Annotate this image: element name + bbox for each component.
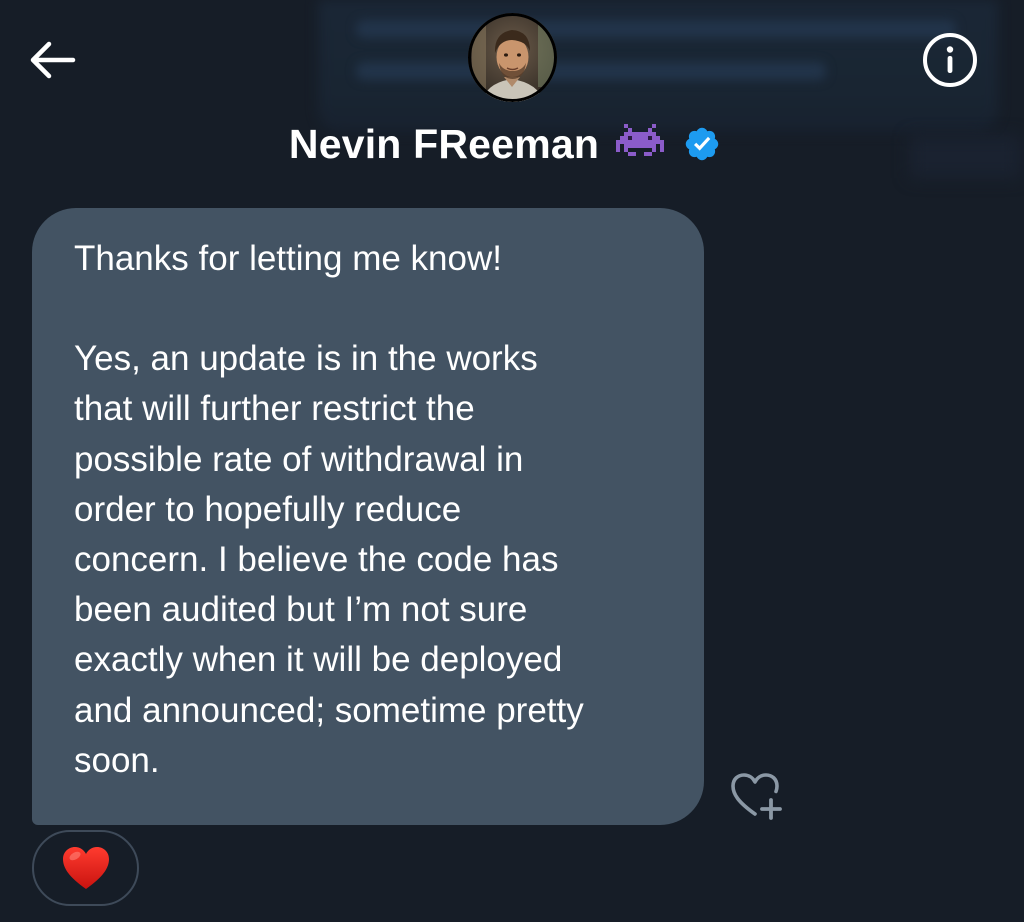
back-arrow-icon [30,41,76,79]
heart-reaction-pill[interactable] [32,830,139,906]
avatar-photo [468,13,557,102]
message-line: that will further restrict the [74,389,475,429]
message-text: Thanks for letting me know! Yes, an upda… [74,234,664,786]
message-line: soon. [74,740,160,780]
message-paragraph: Thanks for letting me know! [74,239,502,278]
back-button[interactable] [22,30,82,90]
verified-badge-icon [683,125,721,163]
avatar[interactable] [468,13,557,102]
message-line: exactly when it will be deployed [74,640,563,680]
heart-plus-icon [731,773,782,820]
background-blur-line [356,62,826,80]
contact-name: Nevin FReeman [288,120,600,167]
background-blur-line [356,20,956,38]
message-line: and announced; sometime pretty [74,690,584,730]
message-line: been audited but I’m not sure [74,590,528,630]
info-button[interactable] [918,28,982,92]
message-line: possible rate of withdrawal in [74,439,524,479]
alien-monster-icon [615,122,665,166]
message-line: order to hopefully reduce [74,489,462,529]
message-line: Yes, an update is in the works [74,339,538,379]
info-icon [923,33,977,87]
message-line: concern. I believe the code has [74,540,559,580]
add-reaction-button[interactable] [722,766,790,826]
message-bubble[interactable]: Thanks for letting me know! Yes, an upda… [32,208,704,825]
red-heart-icon [62,847,109,889]
contact-header[interactable]: Nevin FReeman [0,116,1024,172]
